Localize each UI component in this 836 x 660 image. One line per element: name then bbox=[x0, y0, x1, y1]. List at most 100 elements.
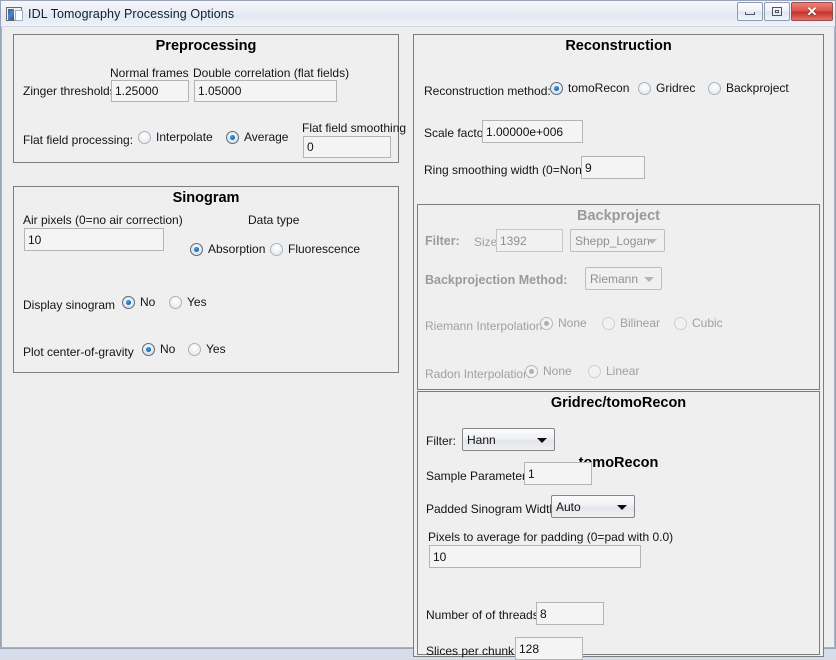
radio-riemann-bilinear[interactable]: Bilinear bbox=[602, 316, 660, 330]
radio-dot-icon bbox=[190, 242, 203, 256]
radio-plot-cog-no[interactable]: No bbox=[142, 342, 175, 356]
reconstruction-title: Reconstruction bbox=[565, 38, 672, 54]
sinogram-title: Sinogram bbox=[172, 190, 240, 206]
radio-flat-field-interpolate[interactable]: Interpolate bbox=[138, 130, 213, 144]
padded-width-select[interactable]: Auto bbox=[551, 495, 635, 518]
gridrec-filter-select[interactable]: Hann bbox=[462, 428, 555, 451]
gridrec-tomorecon-panel: Gridrec/tomoRecon Filter: Hann Sample Pa… bbox=[417, 391, 820, 660]
gridrec-filter-label: Filter: bbox=[426, 434, 456, 448]
radio-dot-icon bbox=[188, 342, 201, 356]
backproject-filter-select-value: Shepp_Logan bbox=[575, 233, 650, 248]
radio-flat-field-average[interactable]: Average bbox=[226, 130, 288, 144]
radio-label: None bbox=[543, 364, 572, 378]
sample-parameter-input[interactable] bbox=[524, 462, 592, 485]
air-pixels-label: Air pixels (0=no air correction) bbox=[23, 213, 183, 227]
radio-dot-icon bbox=[138, 130, 151, 144]
radio-display-sinogram-no[interactable]: No bbox=[122, 295, 155, 309]
chevron-down-icon bbox=[617, 504, 627, 510]
radio-riemann-cubic[interactable]: Cubic bbox=[674, 316, 723, 330]
backproject-panel: Backproject Filter: Size Shepp_Logan Bac… bbox=[417, 204, 820, 390]
backprojection-method-select[interactable]: Riemann bbox=[585, 267, 662, 290]
scale-factor-label: Scale factor bbox=[424, 126, 488, 140]
normal-frames-input[interactable] bbox=[111, 80, 189, 102]
reconstruction-method-label: Reconstruction method: bbox=[424, 84, 551, 98]
preprocessing-title: Preprocessing bbox=[155, 38, 257, 54]
radio-label: Bilinear bbox=[620, 316, 661, 330]
backproject-size-input[interactable] bbox=[496, 229, 563, 252]
app-window-icon bbox=[6, 6, 23, 21]
radio-riemann-none[interactable]: None bbox=[540, 316, 587, 330]
padded-width-value: Auto bbox=[556, 499, 581, 514]
minimize-button[interactable] bbox=[737, 2, 763, 21]
dialog-window: IDL Tomography Processing Options ✕ Prep… bbox=[0, 0, 836, 660]
pixels-avg-label: Pixels to average for padding (0=pad wit… bbox=[428, 530, 674, 544]
gridrec-title: Gridrec/tomoRecon bbox=[550, 395, 687, 411]
window-title: IDL Tomography Processing Options bbox=[28, 6, 235, 21]
chevron-down-icon bbox=[647, 238, 657, 244]
radio-label: Yes bbox=[187, 295, 207, 309]
dialog-body: Preprocessing Zinger thresholds Normal f… bbox=[1, 27, 835, 660]
double-correlation-label: Double correlation (flat fields) bbox=[193, 66, 350, 80]
reconstruction-panel: Reconstruction Reconstruction method: to… bbox=[413, 34, 824, 660]
radio-label: None bbox=[558, 316, 587, 330]
radio-label: Cubic bbox=[692, 316, 723, 330]
chevron-down-icon bbox=[537, 437, 547, 443]
minimize-icon bbox=[745, 12, 755, 15]
radio-dot-icon bbox=[602, 316, 615, 330]
radio-dot-icon bbox=[638, 81, 651, 95]
backprojection-method-value: Riemann bbox=[590, 271, 639, 286]
radio-label: Average bbox=[244, 130, 289, 144]
radio-radon-none[interactable]: None bbox=[525, 364, 572, 378]
radio-display-sinogram-yes[interactable]: Yes bbox=[169, 295, 207, 309]
radio-data-type-absorption[interactable]: Absorption bbox=[190, 242, 265, 256]
radio-label: Linear bbox=[606, 364, 640, 378]
flat-field-processing-label: Flat field processing: bbox=[23, 133, 134, 147]
radio-dot-icon bbox=[674, 316, 687, 330]
radio-radon-linear[interactable]: Linear bbox=[588, 364, 639, 378]
pixels-avg-input[interactable] bbox=[429, 545, 641, 568]
radon-interpolation-label: Radon Interpolation bbox=[425, 367, 530, 381]
radio-method-gridrec[interactable]: Gridrec bbox=[638, 81, 695, 95]
display-sinogram-label: Display sinogram bbox=[23, 298, 116, 312]
radio-label: Gridrec bbox=[656, 81, 696, 95]
radio-data-type-fluorescence[interactable]: Fluorescence bbox=[270, 242, 360, 256]
title-bar[interactable]: IDL Tomography Processing Options ✕ bbox=[1, 1, 835, 27]
radio-label: Fluorescence bbox=[288, 242, 361, 256]
radio-label: Yes bbox=[206, 342, 226, 356]
chevron-down-icon bbox=[644, 276, 654, 282]
radio-dot-icon bbox=[588, 364, 601, 378]
radio-plot-cog-yes[interactable]: Yes bbox=[188, 342, 226, 356]
radio-label: Backproject bbox=[726, 81, 789, 95]
radio-method-tomorecon[interactable]: tomoRecon bbox=[550, 81, 629, 95]
radio-label: Interpolate bbox=[156, 130, 213, 144]
radio-dot-icon bbox=[270, 242, 283, 256]
air-pixels-input[interactable] bbox=[24, 228, 164, 251]
close-button[interactable]: ✕ bbox=[791, 2, 833, 21]
normal-frames-label: Normal frames bbox=[110, 66, 189, 80]
slices-label: Slices per chunk bbox=[426, 644, 515, 658]
sinogram-panel: Sinogram Air pixels (0=no air correction… bbox=[13, 186, 399, 373]
maximize-button[interactable] bbox=[764, 2, 790, 21]
radio-method-backproject[interactable]: Backproject bbox=[708, 81, 789, 95]
radio-dot-icon bbox=[550, 81, 563, 95]
backprojection-method-label: Backprojection Method: bbox=[425, 273, 568, 287]
radio-dot-icon bbox=[122, 295, 135, 309]
radio-label: No bbox=[140, 295, 156, 309]
radio-dot-icon bbox=[226, 130, 239, 144]
radio-dot-icon bbox=[142, 342, 155, 356]
plot-cog-label: Plot center-of-gravity bbox=[23, 345, 134, 359]
backproject-title: Backproject bbox=[576, 208, 660, 224]
threads-input[interactable] bbox=[536, 602, 604, 625]
double-correlation-input[interactable] bbox=[194, 80, 337, 102]
scale-factor-input[interactable] bbox=[482, 120, 583, 143]
backproject-size-label: Size bbox=[474, 235, 498, 249]
maximize-icon bbox=[772, 7, 782, 16]
preprocessing-panel: Preprocessing Zinger thresholds Normal f… bbox=[13, 34, 406, 163]
close-icon: ✕ bbox=[806, 4, 818, 19]
backproject-filter-select[interactable]: Shepp_Logan bbox=[570, 229, 665, 252]
radio-label: No bbox=[160, 342, 176, 356]
flat-field-smoothing-input[interactable] bbox=[303, 136, 391, 158]
ring-smoothing-input[interactable] bbox=[581, 156, 645, 179]
radio-dot-icon bbox=[708, 81, 721, 95]
radio-dot-icon bbox=[169, 295, 182, 309]
